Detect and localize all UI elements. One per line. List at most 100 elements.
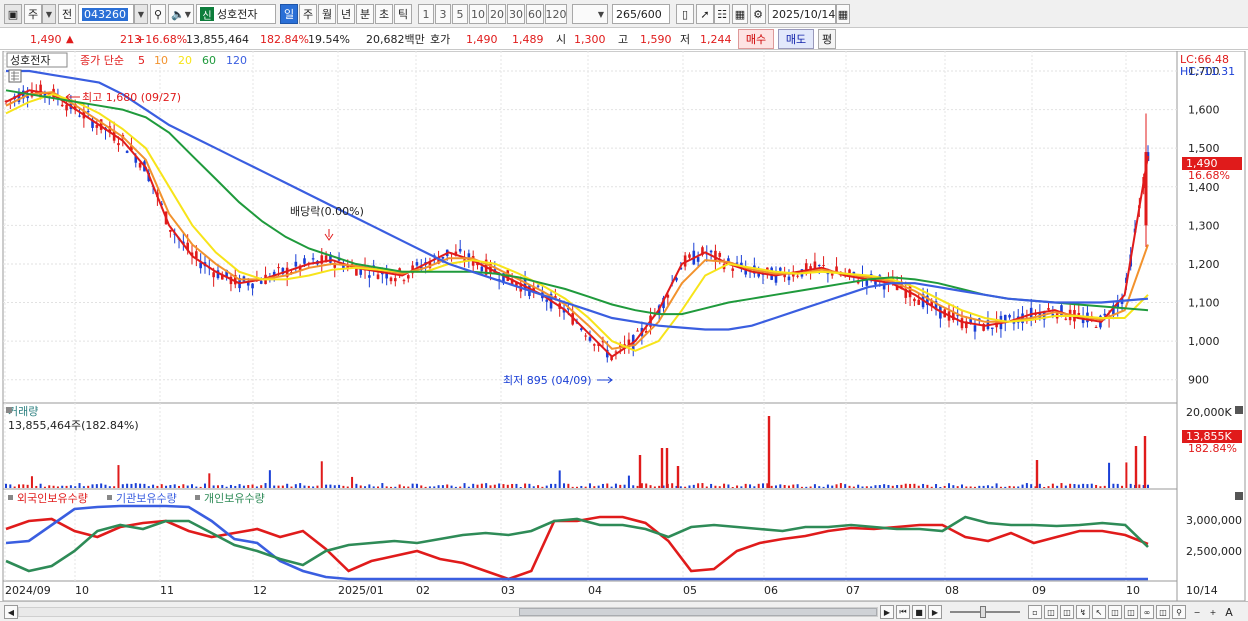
mode-dropdown-icon[interactable]: ▼ [42, 4, 56, 24]
volume-bar [56, 486, 59, 488]
interval-button-5[interactable]: 5 [452, 4, 468, 24]
trade-amount: 20,682백만 [366, 33, 425, 46]
volume-bar [774, 485, 777, 488]
scroll-right-icon[interactable]: ▶ [880, 605, 894, 619]
chart-area[interactable]: 900 1,000 1,100 1,200 1,300 1,400 1,500 1,600 1,… [0, 51, 1248, 601]
volume-panel-close-icon[interactable] [1235, 406, 1243, 414]
candle-body [294, 261, 298, 267]
font-size-icon[interactable]: A [1222, 605, 1236, 619]
volume-bar [684, 486, 687, 488]
volume-bar [498, 483, 501, 488]
interval-button-10[interactable]: 10 [469, 4, 487, 24]
candle-body [913, 298, 916, 302]
interval-button-3[interactable]: 3 [435, 4, 451, 24]
volume-bar [48, 485, 51, 488]
volume-bar [571, 486, 574, 488]
volume-bar [792, 484, 795, 488]
period-button-4[interactable]: 분 [356, 4, 374, 24]
date-tick-label: 08 [945, 584, 959, 597]
volume-bar [714, 485, 717, 488]
drawing-tool-icon[interactable]: ➚ [696, 4, 714, 24]
layout-5-icon[interactable]: ◫ [1124, 605, 1138, 619]
volume-bar [597, 485, 600, 488]
volume-bar [290, 486, 293, 488]
play-icon[interactable]: ▶ [928, 605, 942, 619]
layout-1-icon[interactable]: ▫ [1028, 605, 1042, 619]
xaxis-end-label: 10/14 [1186, 584, 1218, 597]
period-button-6[interactable]: 틱 [394, 4, 412, 24]
volume-bar [697, 483, 700, 488]
volume-bar [718, 486, 721, 488]
window-menu-icon[interactable]: ▣ [4, 4, 22, 24]
chart-canvas[interactable]: 9001,0001,1001,2001,3001,4001,5001,6001,… [0, 51, 1248, 601]
crosshair-icon[interactable]: ↯ [1076, 605, 1090, 619]
period-button-1[interactable]: 주 [299, 4, 317, 24]
date-tick-label: 12 [253, 584, 267, 597]
candle-body [1094, 326, 1098, 328]
interval-button-1[interactable]: 1 [418, 4, 434, 24]
search-icon[interactable]: ⚲ [150, 4, 166, 24]
volume-bar [74, 486, 77, 488]
sell-button[interactable]: 매도 [778, 29, 814, 49]
new-listing-badge: 신 [200, 7, 214, 22]
holding-panel-close-icon[interactable] [1235, 492, 1243, 500]
stop-icon[interactable]: ■ [912, 605, 926, 619]
price-tick-label: 1,100 [1188, 297, 1220, 310]
volume-bar [787, 485, 790, 488]
stock-name-field[interactable]: 신 성호전자 [196, 4, 276, 24]
copy-icon[interactable]: ◫ [1156, 605, 1170, 619]
magnifier-icon[interactable]: ⚲ [1172, 605, 1186, 619]
candle-body [376, 274, 380, 279]
scroll-left-icon[interactable]: ◀ [4, 605, 18, 619]
speaker-icon[interactable]: 🔈 ▼ [168, 4, 194, 24]
save-icon[interactable]: ▦ [732, 4, 748, 24]
prev-button[interactable]: 전 [58, 4, 76, 24]
calendar-icon[interactable]: ▦ [836, 4, 850, 24]
scroll-track[interactable] [18, 607, 878, 617]
candle-body [406, 275, 410, 279]
date-input[interactable]: 2025/10/14 [768, 4, 836, 24]
candle-body [688, 254, 691, 258]
zoom-in-icon[interactable]: + [1206, 605, 1220, 619]
interval-button-60[interactable]: 60 [526, 4, 544, 24]
period-button-3[interactable]: 년 [337, 4, 355, 24]
period-button-5[interactable]: 초 [375, 4, 393, 24]
layout-3-icon[interactable]: ◫ [1060, 605, 1074, 619]
skip-start-icon[interactable]: ⏮ [896, 605, 910, 619]
mode-select[interactable]: 주 [24, 4, 42, 24]
volume-bar [191, 484, 194, 488]
interval-button-20[interactable]: 20 [488, 4, 506, 24]
layout-2-icon[interactable]: ◫ [1044, 605, 1058, 619]
date-tick-label: 05 [683, 584, 697, 597]
period-button-2[interactable]: 월 [318, 4, 336, 24]
stock-code-input[interactable]: 043260 [78, 4, 134, 24]
layout-4-icon[interactable]: ◫ [1108, 605, 1122, 619]
volume-bar [701, 483, 704, 488]
zoom-slider-handle[interactable] [980, 606, 986, 618]
volume-bar [532, 486, 535, 488]
period-button-0[interactable]: 일 [280, 4, 298, 24]
candle-body [787, 276, 791, 281]
interval-button-30[interactable]: 30 [507, 4, 525, 24]
volume-bar [182, 484, 185, 488]
buy-button[interactable]: 매수 [738, 29, 774, 49]
zoom-out-icon[interactable]: − [1190, 605, 1204, 619]
code-dropdown-icon[interactable]: ▼ [134, 4, 148, 24]
candle-body [355, 268, 358, 276]
cursor-icon[interactable]: ↖ [1092, 605, 1106, 619]
volume-bar [1069, 483, 1072, 488]
scroll-thumb[interactable] [519, 608, 877, 616]
ma-legend-prefix: 종가 단순 [80, 54, 124, 67]
gear-icon[interactable]: ⚙ [750, 4, 766, 24]
volume-bar [39, 483, 42, 488]
count-input[interactable]: 265/600 [612, 4, 670, 24]
candle-type-icon[interactable]: ▯ [676, 4, 694, 24]
interval-custom-select[interactable]: ▼ [572, 4, 608, 24]
link-icon[interactable]: ∞ [1140, 605, 1154, 619]
zoom-icon[interactable]: ☷ [714, 4, 730, 24]
volume-bar [320, 461, 323, 488]
interval-button-120[interactable]: 120 [545, 4, 567, 24]
volume-bar [91, 484, 94, 488]
volume-bar [723, 483, 726, 488]
average-button[interactable]: 평 [818, 29, 836, 49]
